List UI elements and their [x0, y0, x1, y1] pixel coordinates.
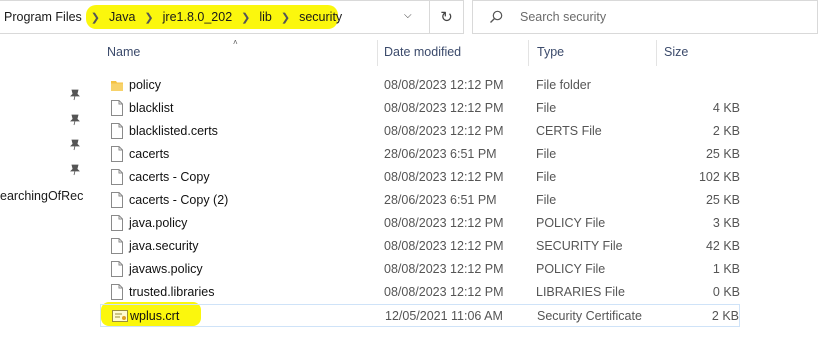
file-type: File [536, 101, 557, 115]
pin-icon [70, 89, 80, 101]
file-name: blacklisted.certs [129, 124, 218, 138]
breadcrumb-program-files[interactable]: Program Files [4, 10, 82, 24]
refresh-icon: ↻ [440, 9, 453, 26]
file-row[interactable]: blacklist 08/08/2023 12:12 PM File 4 KB [100, 97, 740, 120]
column-divider[interactable] [377, 40, 378, 66]
pin-icon [70, 139, 80, 151]
file-date-modified: 08/08/2023 12:12 PM [384, 239, 504, 253]
file-name: policy [129, 78, 161, 92]
file-name: cacerts - Copy [129, 170, 210, 184]
column-divider[interactable] [528, 40, 529, 66]
file-size: 25 KB [705, 193, 740, 207]
file-row[interactable]: cacerts - Copy (2) 28/06/2023 6:51 PM File… [100, 189, 740, 212]
file-name: java.security [129, 239, 199, 253]
file-date-modified: 08/08/2023 12:12 PM [384, 101, 504, 115]
column-header-type[interactable]: Type [537, 45, 564, 59]
file-size: 42 KB [705, 239, 740, 253]
breadcrumb-java[interactable]: Java [109, 10, 135, 24]
breadcrumb-jre[interactable]: jre1.8.0_202 [163, 10, 233, 24]
file-type: LIBRARIES File [536, 285, 625, 299]
file-name: cacerts [129, 147, 170, 161]
search-icon [490, 10, 503, 23]
file-size: 2 KB [712, 124, 740, 138]
file-size: 4 KB [712, 101, 740, 115]
breadcrumb-lib[interactable]: lib [259, 10, 272, 24]
folder-icon [111, 77, 123, 93]
certificate-icon [112, 308, 128, 324]
file-icon [111, 146, 123, 162]
file-size: 3 KB [712, 216, 740, 230]
file-name: trusted.libraries [129, 285, 215, 299]
file-type: SECURITY File [536, 239, 623, 253]
file-icon [111, 100, 123, 116]
file-size: 0 KB [712, 285, 740, 299]
file-date-modified: 28/06/2023 6:51 PM [384, 193, 497, 207]
file-type: CERTS File [536, 124, 602, 138]
search-input[interactable] [518, 9, 802, 25]
file-type: POLICY File [536, 216, 606, 230]
search-box[interactable] [472, 0, 818, 34]
file-icon [111, 284, 123, 300]
file-date-modified: 08/08/2023 12:12 PM [384, 262, 504, 276]
file-type: File [536, 193, 557, 207]
column-header-name[interactable]: Name [107, 45, 140, 59]
file-name: javaws.policy [129, 262, 203, 276]
file-row[interactable]: trusted.libraries 08/08/2023 12:12 PM LIBR… [100, 281, 740, 304]
file-date-modified: 08/08/2023 12:12 PM [384, 124, 504, 138]
sort-ascending-icon: ˄ [233, 38, 238, 47]
pin-icon [70, 114, 80, 126]
file-name: wplus.crt [130, 309, 180, 323]
file-row[interactable]: cacerts - Copy 08/08/2023 12:12 PM File 102… [100, 166, 740, 189]
file-date-modified: 08/08/2023 12:12 PM [384, 285, 504, 299]
file-row[interactable]: policy 08/08/2023 12:12 PM File folder [100, 74, 740, 97]
address-bar[interactable]: Program Files ❯ Java ❯ jre1.8.0_202 ❯ li… [0, 0, 430, 34]
file-type: File [536, 170, 557, 184]
chevron-down-icon[interactable]: ⌵ [404, 10, 412, 21]
file-icon [111, 192, 123, 208]
file-date-modified: 08/08/2023 12:12 PM [384, 216, 504, 230]
file-size: 25 KB [705, 147, 740, 161]
file-type: POLICY File [536, 262, 606, 276]
chevron-right-icon[interactable]: ❯ [144, 11, 153, 24]
file-date-modified: 12/05/2021 11:06 AM [385, 309, 503, 323]
file-date-modified: 08/08/2023 12:12 PM [384, 78, 504, 92]
column-divider[interactable] [656, 40, 657, 66]
file-date-modified: 28/06/2023 6:51 PM [384, 147, 497, 161]
refresh-button[interactable]: ↻ [430, 0, 464, 34]
chevron-right-icon[interactable]: ❯ [281, 11, 290, 24]
column-header-date[interactable]: Date modified [384, 45, 461, 59]
file-row[interactable]: java.policy 08/08/2023 12:12 PM POLICY Fil… [100, 212, 740, 235]
file-row[interactable]: java.security 08/08/2023 12:12 PM SECURITY… [100, 235, 740, 258]
breadcrumb: Program Files ❯ Java ❯ jre1.8.0_202 ❯ li… [0, 10, 342, 24]
file-row[interactable]: blacklisted.certs 08/08/2023 12:12 PM CERT… [100, 120, 740, 143]
file-icon [111, 238, 123, 254]
pin-icon [70, 164, 80, 176]
file-name: blacklist [129, 101, 174, 115]
file-row[interactable]: javaws.policy 08/08/2023 12:12 PM POLICY F… [100, 258, 740, 281]
file-icon [111, 169, 123, 185]
file-icon [111, 123, 123, 139]
chevron-right-icon[interactable]: ❯ [241, 11, 250, 24]
file-date-modified: 08/08/2023 12:12 PM [384, 170, 504, 184]
breadcrumb-security[interactable]: security [299, 10, 342, 24]
column-header-size[interactable]: Size [664, 45, 688, 59]
file-size: 2 KB [711, 309, 739, 323]
file-type: File folder [536, 78, 591, 92]
file-size: 1 KB [712, 262, 740, 276]
file-icon [111, 261, 123, 277]
file-row[interactable]: wplus.crt 12/05/2021 11:06 AM Security Cer… [100, 304, 740, 327]
file-row[interactable]: cacerts 28/06/2023 6:51 PM File 25 KB [100, 143, 740, 166]
file-type: File [536, 147, 557, 161]
chevron-right-icon[interactable]: ❯ [91, 11, 100, 24]
file-type: Security Certificate [537, 309, 642, 323]
file-name: java.policy [129, 216, 188, 230]
nav-item-partial[interactable]: earchingOfRec [0, 189, 83, 203]
file-icon [111, 215, 123, 231]
file-name: cacerts - Copy (2) [129, 193, 229, 207]
file-size: 102 KB [698, 170, 740, 184]
